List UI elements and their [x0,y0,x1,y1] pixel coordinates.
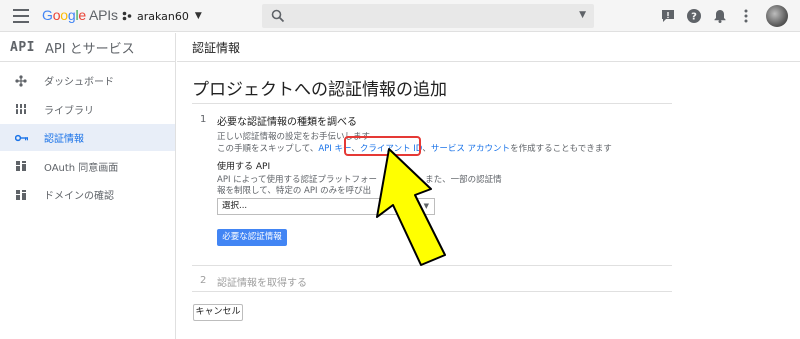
project-name: arakan60 [137,9,189,23]
dashboard-icon [14,74,28,88]
top-bar: Google APIs arakan60 ▼ ▼ ? [0,0,800,32]
sidebar-header: API API とサービス [0,33,175,62]
sidebar-item-label: ダッシュボード [44,77,114,88]
search-icon [271,9,285,23]
project-selector[interactable]: arakan60 ▼ [122,7,202,25]
skip-suffix: を作成することもできます [510,144,612,154]
sidebar-item-library[interactable]: ライブラリ [0,96,175,123]
cancel-button[interactable]: キャンセル [193,304,243,321]
sidebar-nav: ダッシュボード ライブラリ 認証情報 OAuth 同意画面 ドメインの確認 [0,62,175,208]
main-content: 認証情報 プロジェクトへの認証情報の追加 1 必要な認証情報の種類を調べる 正し… [177,33,800,339]
google-logo-letter: G [42,7,53,23]
sidebar-item-label: 認証情報 [44,134,84,145]
google-logo-letter: e [78,7,86,23]
pointer-arrow-icon [376,148,446,266]
sidebar-item-oauth-consent[interactable]: OAuth 同意画面 [0,153,175,180]
sidebar-item-label: OAuth 同意画面 [44,162,119,174]
menu-icon[interactable] [13,9,29,23]
step-2-number: 2 [200,275,207,286]
page-header: 認証情報 [177,33,800,62]
google-logo-letter: o [60,7,68,23]
help-icon[interactable]: ? [686,8,702,24]
google-apis-logo[interactable]: Google APIs [42,7,118,23]
divider [192,103,672,104]
page-title: プロジェクトへの認証情報の追加 [192,80,447,100]
api-label: 使用する API [217,162,271,172]
domain-icon [14,188,28,202]
consent-icon [14,159,28,173]
search-dropdown-icon[interactable]: ▼ [579,10,586,20]
step-1-title: 必要な認証情報の種類を調べる [217,117,357,128]
apis-logo-text: APIs [89,7,118,23]
sidebar-item-label: ドメインの確認 [44,191,114,202]
bell-icon[interactable] [712,8,728,24]
svg-text:?: ? [691,12,697,23]
required-credentials-button[interactable]: 必要な認証情報 [217,229,287,246]
sidebar-item-label: ライブラリ [44,105,94,117]
step-1-number: 1 [200,114,207,125]
project-dots-icon [122,11,132,21]
divider [192,291,672,292]
key-icon [14,131,28,145]
api-desc-part: 報を制限して、特定の API のみを呼び出 [217,186,372,196]
chevron-down-icon: ▼ [194,11,202,21]
notifications-icon[interactable] [660,8,676,24]
more-icon[interactable] [738,8,754,24]
sidebar-item-credentials[interactable]: 認証情報 [0,124,175,151]
step-2-title: 認証情報を取得する [217,278,307,289]
sidebar-item-dashboard[interactable]: ダッシュボード [0,67,175,94]
google-logo-text: Google [42,7,86,23]
sidebar-title: API とサービス [44,41,135,57]
sidebar-item-domain-verification[interactable]: ドメインの確認 [0,181,175,208]
library-icon [14,102,28,116]
search-input[interactable]: ▼ [262,4,594,28]
avatar[interactable] [766,5,788,27]
sidebar: API API とサービス ダッシュボード ライブラリ 認証情報 OAuth 同… [0,33,176,339]
skip-prefix: この手順をスキップして、 [217,144,319,154]
api-select-value: 選択... [222,201,248,211]
api-logo: API [10,39,35,55]
